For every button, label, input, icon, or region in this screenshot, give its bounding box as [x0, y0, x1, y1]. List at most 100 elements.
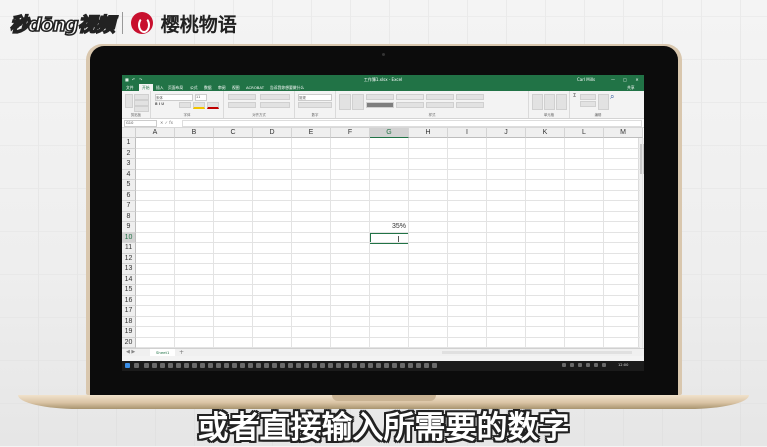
taskbar-app-icon[interactable] — [144, 363, 149, 368]
style-calculation[interactable] — [366, 102, 394, 108]
taskbar-app-icon[interactable] — [312, 363, 317, 368]
font-color-button[interactable] — [207, 102, 219, 109]
tab-acrobat[interactable]: ACROBAT — [246, 85, 264, 90]
number-format-select[interactable]: 常规 — [298, 94, 332, 101]
row-header-6[interactable]: 6 — [122, 190, 136, 201]
tray-icon[interactable] — [602, 363, 606, 367]
row-header-12[interactable]: 12 — [122, 253, 136, 264]
tray-icon[interactable] — [578, 363, 582, 367]
taskbar-app-icon[interactable] — [134, 363, 139, 368]
name-box[interactable]: G10 — [124, 120, 157, 127]
taskbar-app-icon[interactable] — [384, 363, 389, 368]
formula-input[interactable] — [182, 120, 642, 127]
number-format-buttons[interactable] — [298, 102, 332, 108]
style-explanatory[interactable] — [426, 102, 454, 108]
column-header-m[interactable]: M — [604, 128, 643, 138]
taskbar-app-icon[interactable] — [240, 363, 245, 368]
taskbar-app-icon[interactable] — [224, 363, 229, 368]
row-header-5[interactable]: 5 — [122, 180, 136, 191]
row-header-2[interactable]: 2 — [122, 148, 136, 159]
fill-color-button[interactable] — [193, 102, 205, 109]
row-header-10[interactable]: 10 — [122, 232, 136, 243]
start-icon[interactable] — [125, 363, 130, 368]
row-header-20[interactable]: 20 — [122, 337, 136, 348]
taskbar-app-icon[interactable] — [256, 363, 261, 368]
taskbar-app-icon[interactable] — [392, 363, 397, 368]
taskbar-app-icon[interactable] — [320, 363, 325, 368]
minimize-button[interactable]: — — [610, 77, 616, 82]
row-header-18[interactable]: 18 — [122, 316, 136, 327]
taskbar-app-icon[interactable] — [336, 363, 341, 368]
insert-cells-button[interactable] — [532, 94, 543, 110]
delete-cells-button[interactable] — [544, 94, 555, 110]
tab-home[interactable]: 开始 — [139, 84, 153, 91]
row-header-7[interactable]: 7 — [122, 201, 136, 212]
taskbar-app-icon[interactable] — [272, 363, 277, 368]
tray-icon[interactable] — [586, 363, 590, 367]
taskbar-app-icon[interactable] — [344, 363, 349, 368]
autosum-icon[interactable]: Σ — [573, 93, 576, 99]
cell-g9[interactable]: 35% — [370, 223, 406, 230]
row-header-13[interactable]: 13 — [122, 264, 136, 275]
sort-filter-button[interactable] — [598, 94, 609, 110]
clear-button[interactable] — [580, 101, 596, 107]
find-select-icon[interactable]: ⌕ — [610, 92, 614, 102]
row-header-8[interactable]: 8 — [122, 211, 136, 222]
format-cells-button[interactable] — [556, 94, 567, 110]
column-header-g[interactable]: G — [370, 128, 409, 138]
taskbar-app-icon[interactable] — [160, 363, 165, 368]
row-header-4[interactable]: 4 — [122, 169, 136, 180]
row-header-1[interactable]: 1 — [122, 138, 136, 149]
row-header-16[interactable]: 16 — [122, 295, 136, 306]
font-size-select[interactable]: 11 — [195, 94, 207, 101]
style-normal[interactable] — [366, 94, 394, 100]
taskbar-app-icon[interactable] — [360, 363, 365, 368]
borders-button[interactable] — [179, 102, 191, 108]
taskbar-app-icon[interactable] — [296, 363, 301, 368]
taskbar-app-icon[interactable] — [168, 363, 173, 368]
row-header-11[interactable]: 11 — [122, 243, 136, 254]
tray-icon[interactable] — [594, 363, 598, 367]
column-header-l[interactable]: L — [565, 128, 604, 138]
align-top-buttons[interactable] — [228, 94, 256, 100]
column-header-j[interactable]: J — [487, 128, 526, 138]
taskbar-app-icon[interactable] — [232, 363, 237, 368]
fill-button[interactable] — [580, 94, 596, 100]
clock[interactable]: 12:00 — [618, 363, 628, 367]
taskbar-app-icon[interactable] — [208, 363, 213, 368]
user-name[interactable]: Carl Mills — [577, 77, 595, 82]
taskbar-app-icon[interactable] — [352, 363, 357, 368]
taskbar-app-icon[interactable] — [424, 363, 429, 368]
taskbar-app-icon[interactable] — [184, 363, 189, 368]
column-header-i[interactable]: I — [448, 128, 487, 138]
add-sheet-button[interactable]: + — [178, 349, 185, 356]
taskbar-app-icon[interactable] — [152, 363, 157, 368]
row-header-15[interactable]: 15 — [122, 285, 136, 296]
row-header-19[interactable]: 19 — [122, 327, 136, 338]
taskbar-app-icon[interactable] — [200, 363, 205, 368]
sheet-nav-icon[interactable]: ◀ ▶ — [126, 349, 135, 355]
maximize-button[interactable]: □ — [622, 77, 628, 82]
horizontal-scrollbar[interactable] — [442, 351, 632, 354]
select-all-corner[interactable] — [122, 128, 136, 138]
align-left-buttons[interactable] — [228, 102, 256, 108]
row-header-3[interactable]: 3 — [122, 159, 136, 170]
taskbar-app-icon[interactable] — [328, 363, 333, 368]
taskbar-app-icon[interactable] — [216, 363, 221, 368]
style-good[interactable] — [426, 94, 454, 100]
taskbar-app-icon[interactable] — [288, 363, 293, 368]
taskbar-app-icon[interactable] — [304, 363, 309, 368]
row-header-17[interactable]: 17 — [122, 306, 136, 317]
tray-icon[interactable] — [570, 363, 574, 367]
taskbar-app-icon[interactable] — [264, 363, 269, 368]
paste-button[interactable] — [125, 94, 133, 108]
taskbar-app-icon[interactable] — [400, 363, 405, 368]
format-as-table-button[interactable] — [352, 94, 364, 110]
style-input[interactable] — [456, 102, 484, 108]
taskbar-app-icon[interactable] — [280, 363, 285, 368]
style-neutral[interactable] — [456, 94, 484, 100]
column-header-b[interactable]: B — [175, 128, 214, 138]
column-header-d[interactable]: D — [253, 128, 292, 138]
style-bad[interactable] — [396, 94, 424, 100]
merge-center-button[interactable] — [260, 102, 290, 108]
